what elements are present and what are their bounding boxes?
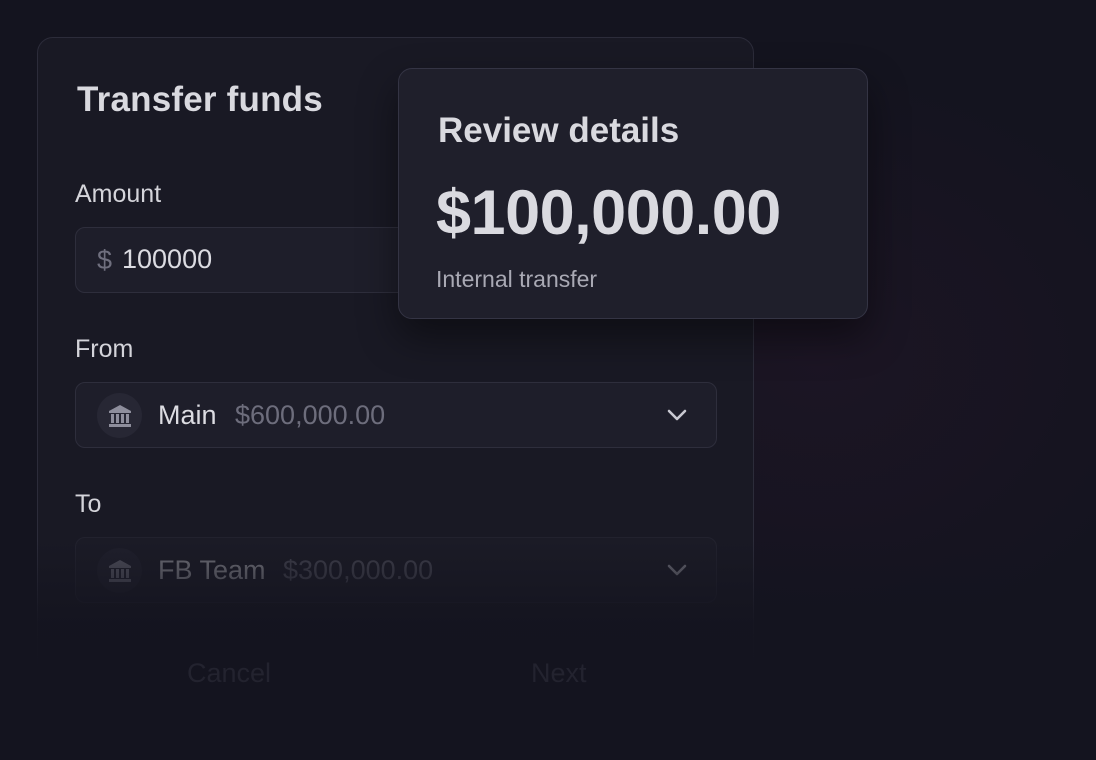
currency-prefix: $ bbox=[97, 245, 113, 275]
from-account-balance: $600,000.00 bbox=[235, 400, 386, 430]
review-title: Review details bbox=[438, 111, 680, 150]
to-account-balance: $300,000.00 bbox=[283, 555, 434, 585]
amount-value: 100000 bbox=[122, 244, 213, 274]
amount-label: Amount bbox=[75, 180, 162, 208]
review-subtitle: Internal transfer bbox=[436, 266, 598, 292]
to-account-name: FB Team bbox=[158, 555, 266, 585]
transfer-title: Transfer funds bbox=[77, 80, 323, 119]
to-label: To bbox=[75, 490, 102, 518]
page: Transfer funds Amount $ 100000 From Main… bbox=[0, 0, 1096, 760]
from-label: From bbox=[75, 335, 134, 363]
from-account-select[interactable]: Main $600,000.00 bbox=[75, 382, 717, 448]
chevron-down-icon bbox=[667, 564, 687, 576]
cancel-button[interactable]: Cancel bbox=[187, 658, 271, 689]
to-account-select[interactable]: FB Team $300,000.00 bbox=[75, 537, 717, 603]
next-button[interactable]: Next bbox=[531, 658, 587, 689]
from-account-name: Main bbox=[158, 400, 217, 430]
review-details-popover: Review details $100,000.00 Internal tran… bbox=[398, 68, 868, 319]
review-amount: $100,000.00 bbox=[436, 178, 781, 248]
bank-icon bbox=[97, 393, 142, 438]
bank-icon bbox=[97, 548, 142, 593]
chevron-down-icon bbox=[667, 409, 687, 421]
